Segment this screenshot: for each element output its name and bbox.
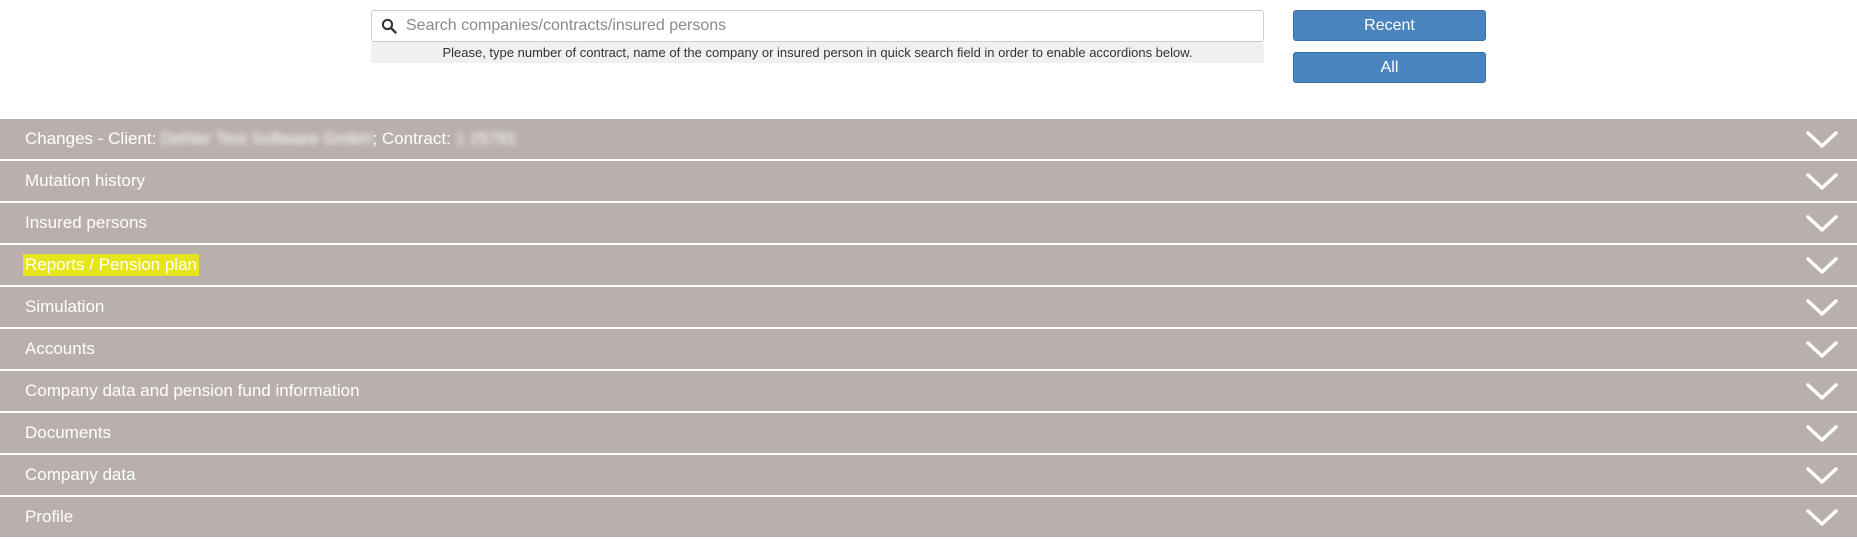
changes-prefix: Changes - Client: [25,129,162,148]
search-input[interactable] [406,12,1263,40]
contract-prefix: ; Contract: [372,129,456,148]
search-hint: Please, type number of contract, name of… [371,42,1264,63]
chevron-down-icon [1806,341,1838,358]
accordion-item-company-data-pension-fund[interactable]: Company data and pension fund informatio… [0,371,1857,411]
accordion-item-changes[interactable]: Changes - Client: Dehler Test Software G… [0,119,1857,159]
search-icon [381,18,397,34]
accordion-item-insured-persons[interactable]: Insured persons [0,203,1857,243]
accordion-item-simulation[interactable]: Simulation [0,287,1857,327]
accordion-item-label: Mutation history [25,171,145,190]
accordion-item-accounts[interactable]: Accounts [0,329,1857,369]
accordion-item-label: Company data and pension fund informatio… [25,381,360,400]
accordion: Changes - Client: Dehler Test Software G… [0,119,1857,539]
accordion-item-reports-pension-plan[interactable]: Reports / Pension plan [0,245,1857,285]
accordion-item-documents[interactable]: Documents [0,413,1857,453]
accordion-item-label: Documents [25,423,111,442]
accordion-item-company-data[interactable]: Company data [0,455,1857,495]
accordion-item-label: Profile [25,507,74,526]
accordion-item-mutation-history[interactable]: Mutation history [0,161,1857,201]
accordion-item-label: Company data [25,465,136,484]
chevron-down-icon [1806,467,1838,484]
accordion-item-label: Changes - Client: Dehler Test Software G… [25,119,517,159]
contract-number: 1 25781 [455,129,517,148]
accordion-item-label: Simulation [25,297,105,316]
all-button[interactable]: All [1293,52,1486,83]
search-box[interactable] [371,10,1264,42]
search-area: Please, type number of contract, name of… [0,0,1857,119]
chevron-down-icon [1806,257,1838,274]
chevron-down-icon [1806,299,1838,316]
chevron-down-icon [1806,173,1838,190]
chevron-down-icon [1806,383,1838,400]
accordion-item-label: Insured persons [25,213,147,232]
chevron-down-icon [1806,425,1838,442]
client-name: Dehler Test Software GmbH [161,129,373,148]
chevron-down-icon [1806,509,1838,526]
quick-search: Please, type number of contract, name of… [371,10,1264,63]
accordion-item-label: Accounts [25,339,95,358]
accordion-item-profile[interactable]: Profile [0,497,1857,537]
chevron-down-icon [1806,215,1838,232]
chevron-down-icon [1806,131,1838,148]
accordion-item-label: Reports / Pension plan [23,254,199,276]
recent-button[interactable]: Recent [1293,10,1486,41]
